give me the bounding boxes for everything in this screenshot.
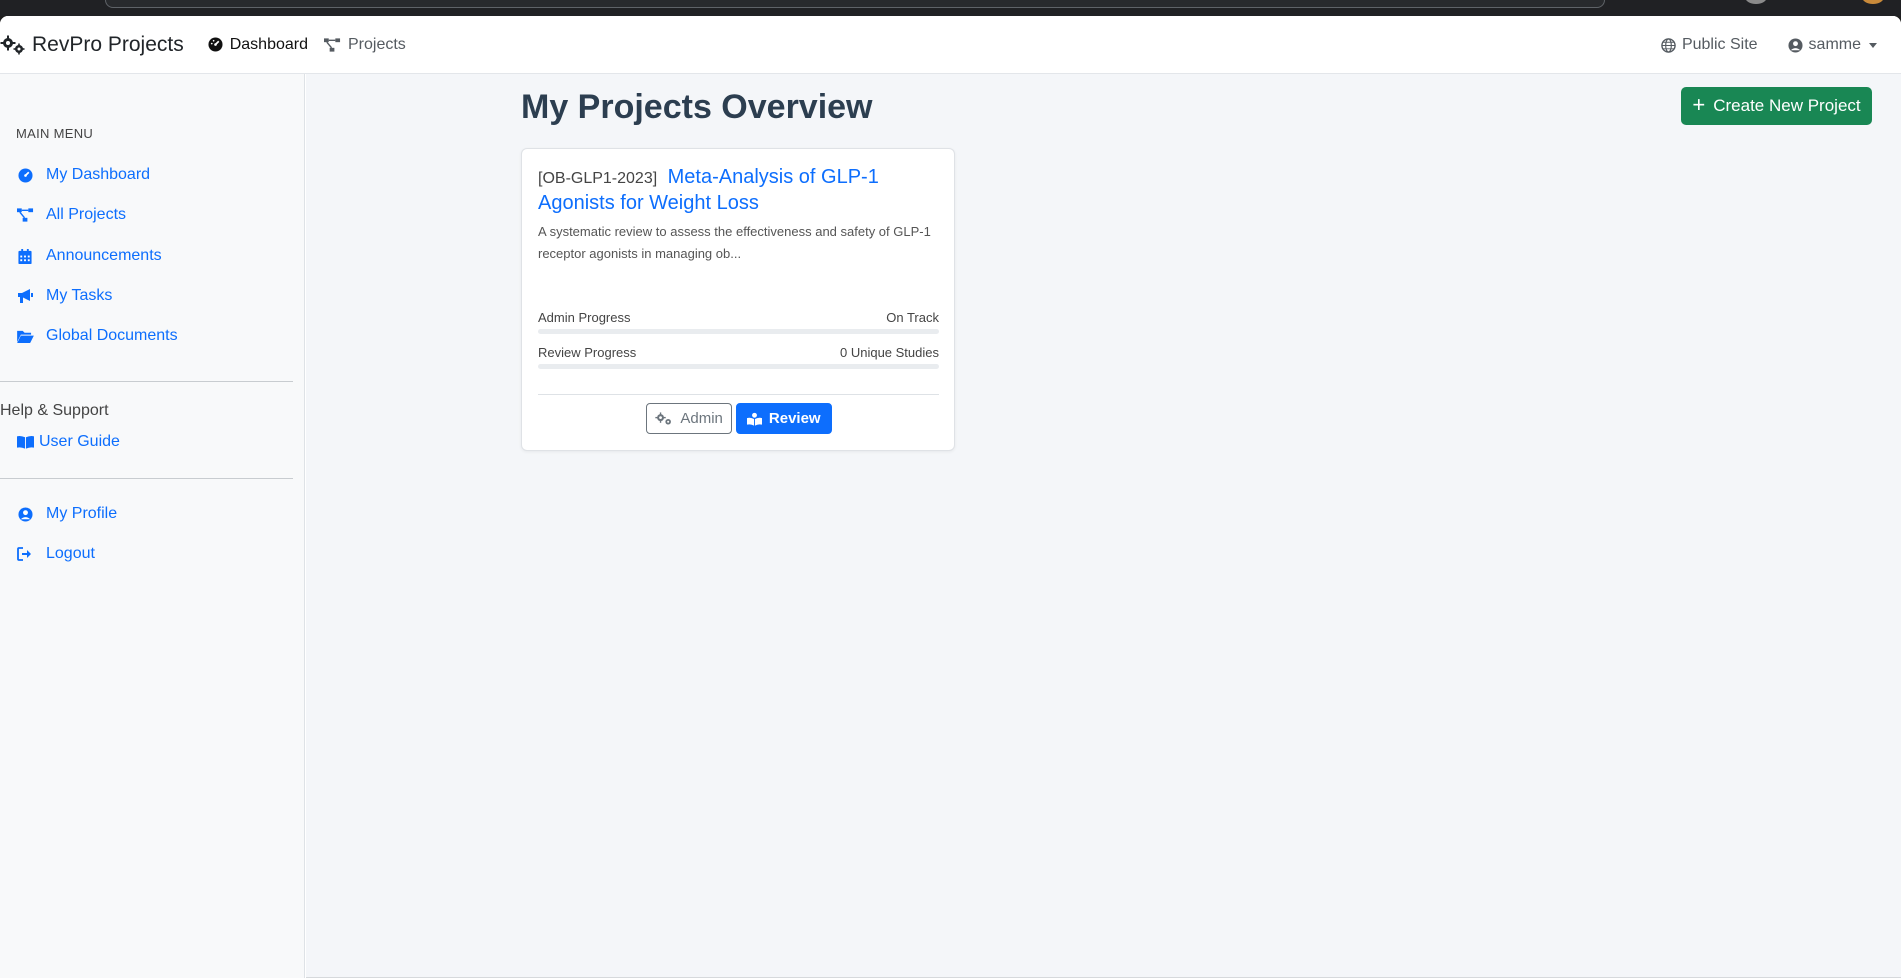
top-navbar: RevPro Projects Dashboard Projects Publi… <box>0 16 1901 74</box>
megaphone-icon <box>18 289 33 303</box>
project-diagram-icon <box>324 37 341 52</box>
username-label: samme <box>1808 36 1861 53</box>
project-description: A systematic review to assess the effect… <box>538 224 931 261</box>
main-content: My Projects Overview + Create New Projec… <box>306 74 1901 978</box>
review-progress-bar <box>538 364 939 369</box>
user-menu-toggle[interactable]: samme <box>1788 36 1877 54</box>
brand-link[interactable]: RevPro Projects <box>0 33 184 57</box>
sidebar-item-label: User Guide <box>39 433 120 450</box>
nav-links: Dashboard Projects <box>208 36 422 54</box>
public-site-link[interactable]: Public Site <box>1661 36 1758 54</box>
project-code: [OB-GLP1-2023] <box>538 170 658 187</box>
sidebar-item-logout[interactable]: Logout <box>16 545 95 563</box>
sidebar-item-label: My Dashboard <box>46 166 151 183</box>
sidebar-item-my-tasks[interactable]: My Tasks <box>16 287 112 305</box>
folder-open-icon <box>16 330 34 343</box>
gauge-icon <box>17 167 33 183</box>
project-card: [OB-GLP1-2023] Meta-Analysis of GLP-1 Ag… <box>521 148 955 451</box>
sidebar-item-label: My Tasks <box>46 287 113 304</box>
browser-extension-icon[interactable] <box>1745 0 1767 4</box>
admin-button[interactable]: Admin <box>646 403 732 434</box>
chevron-down-icon <box>1869 42 1877 48</box>
navbar-right: Public Site samme <box>1631 16 1877 74</box>
review-progress-label: Review Progress <box>538 345 637 360</box>
sidebar-item-my-dashboard[interactable]: My Dashboard <box>16 166 150 184</box>
sidebar-divider <box>0 478 293 479</box>
main-menu-heading: MAIN MENU <box>16 126 94 141</box>
nav-projects-label: Projects <box>348 35 406 53</box>
sidebar-item-all-projects[interactable]: All Projects <box>16 206 126 224</box>
globe-icon <box>1661 37 1676 53</box>
nav-projects[interactable]: Projects <box>324 36 406 54</box>
sidebar: MAIN MENU My Dashboard All Projects Anno… <box>0 74 305 978</box>
project-card-title: [OB-GLP1-2023] Meta-Analysis of GLP-1 Ag… <box>538 165 938 217</box>
gauge-icon <box>208 37 223 52</box>
admin-progress-label: Admin Progress <box>538 310 631 325</box>
cogs-icon <box>655 411 672 425</box>
help-support-heading: Help & Support <box>0 402 109 419</box>
app-viewport: RevPro Projects Dashboard Projects Publi… <box>0 16 1901 978</box>
card-divider <box>538 394 939 395</box>
page-title: My Projects Overview <box>521 88 873 126</box>
book-reader-icon <box>746 412 762 426</box>
review-button[interactable]: Review <box>735 403 832 434</box>
user-circle-icon <box>17 506 33 522</box>
sidebar-item-announcements[interactable]: Announcements <box>16 247 162 265</box>
admin-button-label: Admin <box>680 410 723 427</box>
review-progress-row: Review Progress 0 Unique Studies <box>538 345 939 360</box>
address-bar[interactable] <box>105 0 1605 8</box>
public-site-label: Public Site <box>1681 36 1758 53</box>
admin-progress-status: On Track <box>886 310 939 325</box>
sidebar-item-label: My Profile <box>46 505 118 522</box>
nav-dashboard-label: Dashboard <box>229 35 308 53</box>
admin-progress-bar <box>538 329 939 334</box>
sidebar-item-label: Announcements <box>46 247 162 264</box>
project-diagram-icon <box>16 208 33 222</box>
review-button-label: Review <box>768 410 821 427</box>
calendar-icon <box>18 248 32 264</box>
sidebar-divider <box>0 381 293 382</box>
book-icon <box>16 436 34 449</box>
sidebar-item-user-guide[interactable]: User Guide <box>16 433 120 451</box>
sidebar-item-my-profile[interactable]: My Profile <box>16 505 117 523</box>
admin-progress-row: Admin Progress On Track <box>538 310 939 325</box>
sidebar-item-label: Global Documents <box>46 327 178 344</box>
nav-dashboard[interactable]: Dashboard <box>208 36 308 54</box>
plus-icon: + <box>1692 92 1706 117</box>
review-progress-status: 0 Unique Studies <box>839 345 939 360</box>
sidebar-item-label: All Projects <box>46 206 127 223</box>
brand-name: RevPro Projects <box>32 32 184 56</box>
browser-chrome <box>0 0 1901 16</box>
create-new-project-button[interactable]: + Create New Project <box>1681 87 1872 125</box>
sidebar-item-global-documents[interactable]: Global Documents <box>16 327 178 345</box>
cogs-icon <box>0 35 25 54</box>
sign-out-icon <box>17 547 31 561</box>
browser-profile-icon[interactable] <box>1862 0 1884 4</box>
card-actions: Admin Review <box>522 403 956 434</box>
sidebar-item-label: Logout <box>46 545 95 562</box>
create-button-label: Create New Project <box>1713 96 1861 115</box>
user-circle-icon <box>1788 37 1803 53</box>
